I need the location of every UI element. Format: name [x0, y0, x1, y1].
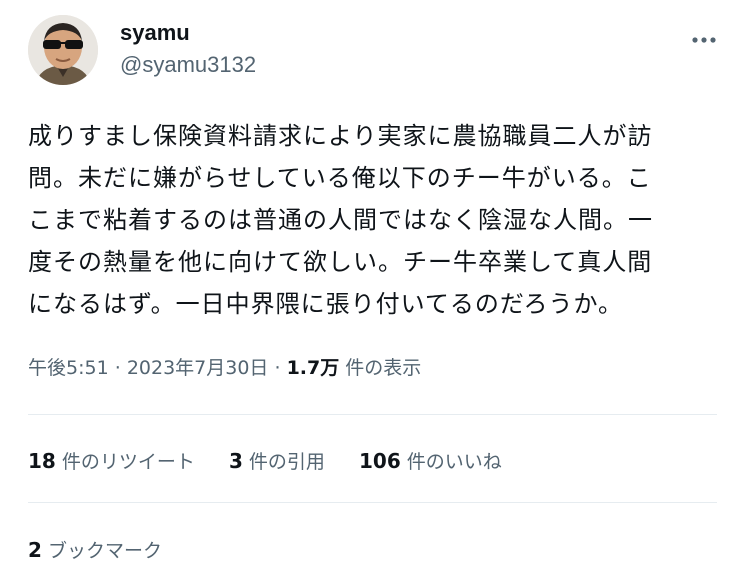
divider [28, 414, 717, 415]
retweets-stat[interactable]: 18 件のリツイート [28, 449, 195, 473]
quotes-label: 件の引用 [248, 451, 325, 473]
retweets-label: 件のリツイート [61, 451, 195, 473]
separator: · [274, 357, 281, 379]
bookmarks-label: ブックマーク [47, 540, 162, 562]
tweet-line: 成りすまし保険資料請求により実家に農協職員二人が訪 [28, 122, 653, 150]
tweet-date[interactable]: 2023年7月30日 [127, 357, 269, 379]
tweet-line: こまで粘着するのは普通の人間ではなく陰湿な人間。一 [28, 206, 653, 234]
likes-stat[interactable]: 106 件のいいね [358, 449, 502, 473]
likes-count: 106 [358, 449, 401, 473]
divider [28, 502, 717, 503]
likes-label: 件のいいね [406, 451, 502, 473]
quotes-stat[interactable]: 3 件の引用 [228, 449, 325, 473]
display-name[interactable]: syamu [120, 20, 190, 46]
avatar[interactable] [28, 15, 98, 85]
user-handle[interactable]: @syamu3132 [120, 52, 256, 78]
avatar-image [28, 15, 98, 85]
retweets-count: 18 [28, 449, 56, 473]
bookmarks-count: 2 [28, 538, 42, 562]
views-count: 1.7万 [286, 357, 340, 379]
bookmarks-stat[interactable]: 2 ブックマーク [28, 536, 162, 563]
separator: · [114, 357, 121, 379]
tweet-time[interactable]: 午後5:51 [28, 357, 109, 379]
tweet-line: 問。未だに嫌がらせしている俺以下のチー牛がいる。こ [28, 164, 652, 192]
tweet-text: 成りすまし保険資料請求により実家に農協職員二人が訪 問。未だに嫌がらせしている俺… [28, 115, 728, 325]
quotes-count: 3 [228, 449, 243, 473]
more-icon[interactable] [691, 25, 717, 49]
tweet-line: になるはず。一日中界隈に張り付いてるのだろうか。 [28, 290, 623, 318]
tweet-line: 度その熱量を他に向けて欲しい。チー牛卒業して真人間 [28, 248, 653, 276]
views-label: 件の表示 [345, 357, 422, 379]
more-horizontal-icon [692, 37, 716, 43]
tweet-meta: 午後5:51 · 2023年7月30日 · 1.7万 件の表示 [28, 353, 421, 380]
engagement-stats: 18 件のリツイート 3 件の引用 106 件のいいね [28, 447, 530, 474]
